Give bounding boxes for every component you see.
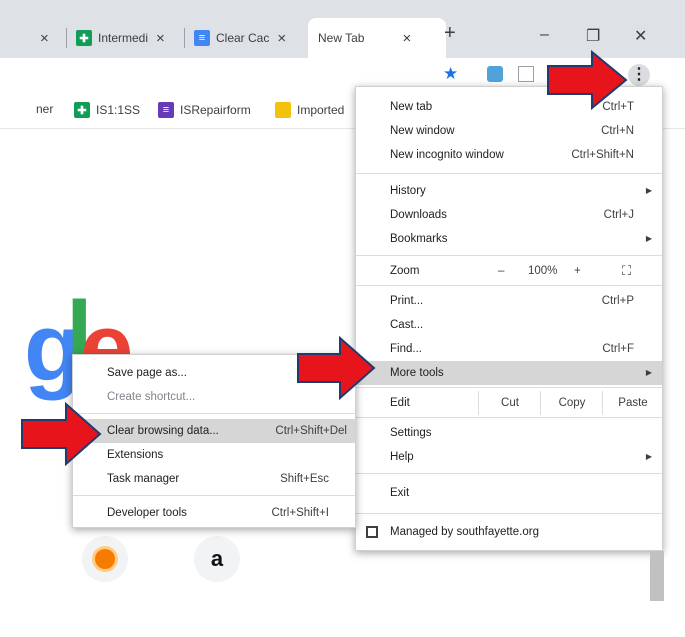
folder-icon [275,102,291,118]
menu-divider [356,513,662,514]
menu-item-new-incognito[interactable]: New incognito window Ctrl+Shift+N [356,143,662,167]
menu-item-settings[interactable]: Settings [356,421,662,445]
close-window-icon[interactable]: ✕ [634,26,647,46]
submenu-arrow-icon: ▶ [645,234,652,243]
menu-divider [73,495,355,496]
shortcut-tile[interactable]: a [194,536,240,582]
forms-icon: ≡ [158,102,174,118]
new-tab-button[interactable]: + [444,22,456,45]
close-icon[interactable]: × [156,30,165,47]
extension-icon[interactable] [518,66,534,82]
scrollbar[interactable] [650,551,664,601]
tab-separator [184,28,185,48]
bookmark-label: IS1:1SS [96,103,141,117]
menu-item-cast[interactable]: Cast... [356,313,662,337]
cut-button[interactable]: Cut [478,391,541,415]
star-icon[interactable]: ★ [443,64,458,84]
building-icon [366,526,378,538]
submenu-arrow-icon: ▶ [645,368,652,377]
tab-new-tab[interactable]: New Tab × [308,18,446,58]
menu-item-more-tools[interactable]: More tools ▶ [356,361,662,385]
menu-item-zoom: Zoom – 100% + ⛶ [356,259,662,283]
menu-divider [356,417,662,418]
menu-divider [356,387,662,388]
menu-item-exit[interactable]: Exit [356,481,662,505]
minimize-icon[interactable]: – [540,26,549,44]
menu-item-find[interactable]: Find... Ctrl+F [356,337,662,361]
chrome-main-menu: New tab Ctrl+T New window Ctrl+N New incog… [355,86,663,551]
sheets-icon: ✚ [76,30,92,46]
bookmark-folder[interactable]: Imported [275,102,344,118]
tab-label: New Tab [318,31,365,45]
docs-icon: ≡ [194,30,210,46]
zoom-in-button[interactable]: + [574,259,581,283]
restore-icon[interactable]: ❐ [586,26,600,46]
close-icon[interactable]: × [277,30,286,47]
extension-icon[interactable] [487,66,503,82]
amazon-icon: a [210,546,224,571]
copy-button[interactable]: Copy [540,391,603,415]
tab-intermediate[interactable]: ✚ Intermedi × [76,18,165,58]
tab-label: Intermedi [98,31,149,45]
menu-item-extensions[interactable]: Extensions [73,443,355,467]
menu-divider [356,473,662,474]
close-icon[interactable]: × [402,30,411,47]
menu-item-history[interactable]: History ▶ [356,179,662,203]
tab-separator [66,28,67,48]
menu-item-help[interactable]: Help ▶ [356,445,662,469]
fullscreen-icon[interactable]: ⛶ [622,259,631,283]
bookmark-item[interactable]: ner [36,102,53,116]
zoom-level: 100% [528,265,558,277]
menu-item-developer-tools[interactable]: Developer tools Ctrl+Shift+I [73,501,355,525]
submenu-arrow-icon: ▶ [645,186,652,195]
menu-item-clear-browsing-data[interactable]: Clear browsing data... Ctrl+Shift+Del [73,419,355,443]
arrow-annotation-more-tools [297,336,376,400]
menu-divider [356,285,662,286]
submenu-arrow-icon: ▶ [645,452,652,461]
menu-item-edit: Edit Cut Copy Paste [356,391,662,415]
sheets-icon: ✚ [74,102,90,118]
site-icon [95,549,115,569]
menu-item-new-window[interactable]: New window Ctrl+N [356,119,662,143]
arrow-annotation-menu [547,50,628,110]
bookmark-label: Imported [297,103,345,117]
tab-close-partial[interactable]: × [40,18,49,58]
bookmark-label: ner [36,102,54,116]
bookmark-item[interactable]: ≡ ISRepairform [158,102,251,118]
tab-clear-cache[interactable]: ≡ Clear Cac × [194,18,286,58]
bookmark-label: ISRepairform [180,103,251,117]
menu-item-task-manager[interactable]: Task manager Shift+Esc [73,467,355,491]
tab-label: Clear Cac [216,31,270,45]
menu-divider [73,413,355,414]
menu-divider [356,255,662,256]
zoom-out-button[interactable]: – [498,259,504,283]
paste-button[interactable]: Paste [602,391,663,415]
bookmark-item[interactable]: ✚ IS1:1SS [74,102,140,118]
menu-item-downloads[interactable]: Downloads Ctrl+J [356,203,662,227]
menu-divider [356,173,662,174]
menu-icon[interactable]: ⋮ [628,64,650,86]
shortcut-tile[interactable] [82,536,128,582]
arrow-annotation-clear-browsing [21,402,102,466]
close-icon[interactable]: × [40,30,49,47]
menu-item-bookmarks[interactable]: Bookmarks ▶ [356,227,662,251]
menu-item-managed[interactable]: Managed by southfayette.org [356,520,662,544]
menu-item-print[interactable]: Print... Ctrl+P [356,289,662,313]
